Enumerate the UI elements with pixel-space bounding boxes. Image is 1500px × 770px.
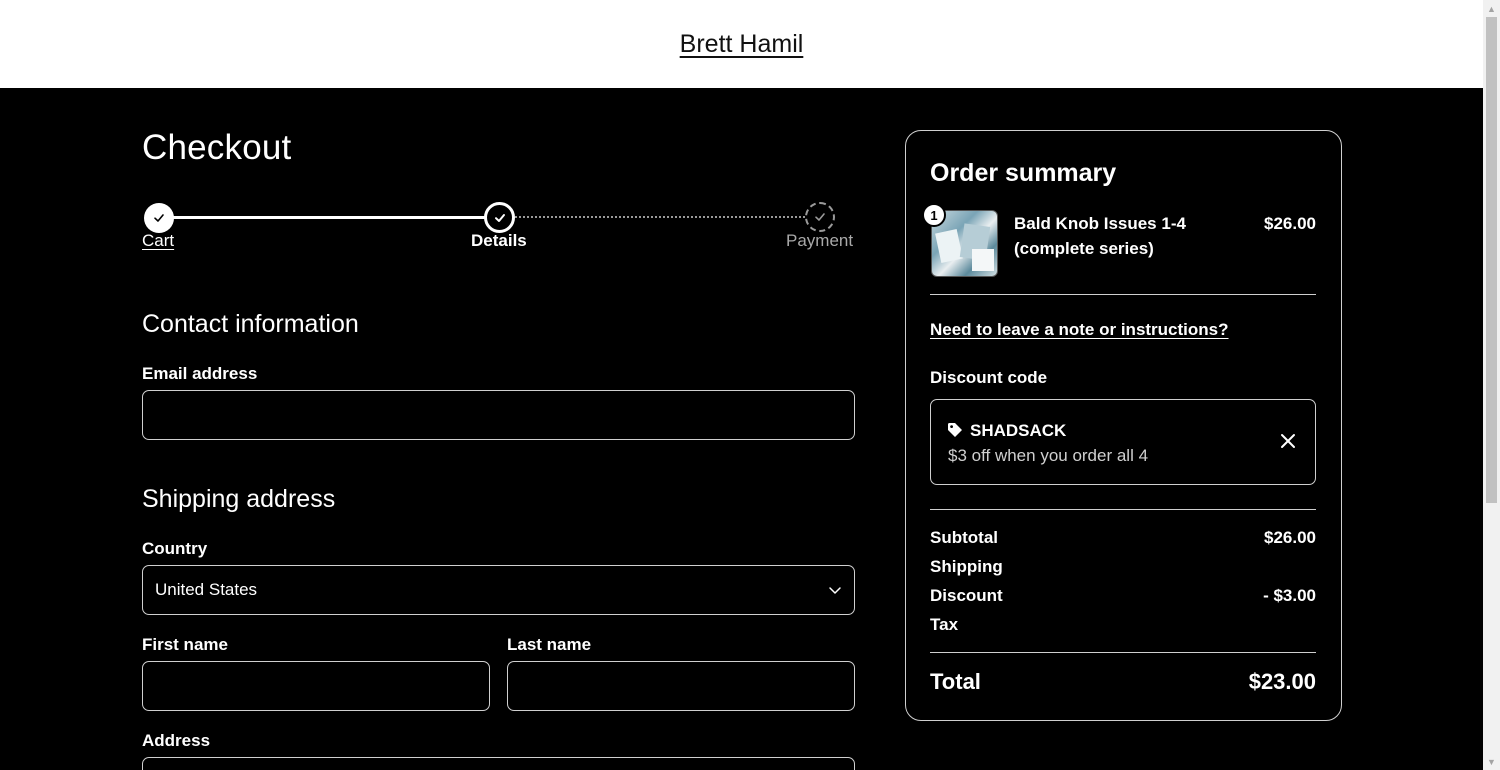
country-selected-value: United States — [155, 580, 258, 599]
contact-section-title: Contact information — [142, 310, 359, 338]
last-name-field[interactable] — [507, 661, 855, 711]
email-label: Email address — [142, 364, 258, 383]
step-details-label: Details — [471, 231, 527, 250]
applied-discount: SHADSACK $3 off when you order all 4 — [930, 399, 1316, 485]
first-name-label: First name — [142, 635, 228, 654]
discount-row: Discount - $3.00 — [930, 586, 1316, 606]
step-details-check-icon — [484, 202, 515, 233]
thumbnail-page — [935, 229, 963, 263]
total-value: $23.00 — [1248, 669, 1316, 694]
stepper-progress-line — [159, 216, 498, 219]
subtotal-value: $26.00 — [1264, 528, 1316, 547]
item-name: Bald Knob Issues 1-4 (complete series) — [1014, 214, 1186, 258]
quantity-badge: 1 — [922, 203, 946, 227]
discount-code-label: Discount code — [930, 368, 1048, 387]
country-label: Country — [142, 539, 208, 558]
tax-row: Tax — [930, 615, 1316, 635]
item-price: $26.00 — [1264, 214, 1316, 233]
step-payment-label: Payment — [786, 231, 854, 250]
checkout-page: Checkout Cart Details Payment Contact in… — [0, 88, 1483, 770]
store-name-link[interactable]: Brett Hamil — [680, 30, 804, 59]
divider — [930, 509, 1316, 510]
discount-value: - $3.00 — [1263, 586, 1316, 605]
discount-description: $3 off when you order all 4 — [948, 446, 1149, 465]
scroll-up-icon[interactable]: ▲ — [1483, 0, 1500, 17]
add-note-link[interactable]: Need to leave a note or instructions? — [930, 320, 1229, 340]
tag-icon — [948, 423, 962, 437]
email-field[interactable] — [142, 390, 855, 440]
scrollbar-thumb[interactable] — [1486, 17, 1497, 503]
first-name-field[interactable] — [142, 661, 490, 711]
checkout-stepper: Cart Details Payment — [142, 201, 855, 261]
address-field[interactable] — [142, 757, 855, 770]
site-header: Brett Hamil — [0, 0, 1483, 88]
stepper-remaining-line — [515, 216, 805, 218]
tax-label: Tax — [930, 615, 959, 634]
thumbnail-page — [972, 249, 994, 271]
step-cart-check-icon[interactable] — [144, 203, 174, 233]
shipping-section-title: Shipping address — [142, 485, 336, 513]
subtotal-row: Subtotal $26.00 — [930, 528, 1316, 548]
address-label: Address — [142, 731, 211, 750]
total-row: Total $23.00 — [930, 669, 1316, 695]
last-name-label: Last name — [507, 635, 592, 654]
discount-code: SHADSACK — [970, 421, 1067, 440]
divider — [930, 294, 1316, 295]
subtotal-label: Subtotal — [930, 528, 998, 547]
divider — [930, 652, 1316, 653]
step-cart-link[interactable]: Cart — [142, 231, 174, 251]
shipping-label: Shipping — [930, 557, 1003, 576]
chevron-down-icon — [829, 587, 841, 594]
scroll-down-icon[interactable]: ▼ — [1483, 753, 1500, 770]
country-select[interactable]: United States — [142, 565, 855, 615]
total-label: Total — [930, 669, 981, 694]
close-icon[interactable] — [1278, 431, 1298, 451]
order-summary-title: Order summary — [930, 159, 1117, 187]
discount-label: Discount — [930, 586, 1003, 605]
page-scrollbar[interactable]: ▲ ▼ — [1483, 0, 1500, 770]
shipping-row: Shipping — [930, 557, 1316, 577]
order-summary-card: Order summary 1 Bald Knob Issues 1-4 (co… — [905, 130, 1342, 721]
page-title: Checkout — [142, 128, 292, 167]
step-payment-check-icon — [805, 202, 835, 232]
